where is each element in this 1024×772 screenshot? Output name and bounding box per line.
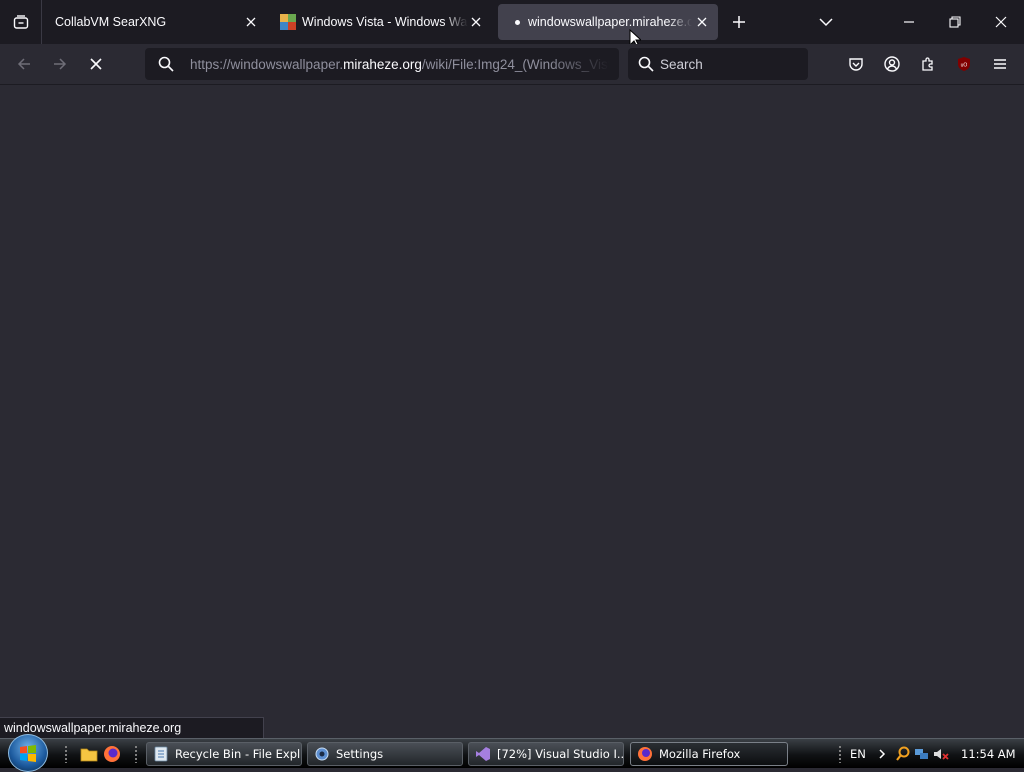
close-window-button[interactable] <box>978 0 1024 44</box>
navigation-toolbar: https://windowswallpaper.miraheze.org/wi… <box>0 44 1024 85</box>
tab-label: CollabVM SearXNG <box>55 15 167 29</box>
tray-search-icon-button[interactable] <box>895 739 911 769</box>
system-clock[interactable]: 11:54 AM <box>961 739 1016 769</box>
tab-label: Windows Vista - Windows Wallpaper <box>302 15 468 29</box>
search-placeholder: Search <box>660 56 703 72</box>
back-button[interactable] <box>8 48 40 80</box>
taskbar-button-recycle-bin[interactable]: Recycle Bin - File Expl... <box>146 742 302 766</box>
tab-close-button[interactable] <box>243 14 259 30</box>
search-icon <box>158 56 174 72</box>
folder-icon <box>154 746 168 762</box>
address-bar[interactable]: https://windowswallpaper.miraheze.org/wi… <box>145 48 619 80</box>
search-icon <box>638 56 654 72</box>
quicklaunch-explorer-icon[interactable] <box>80 745 98 763</box>
taskbar-button-settings[interactable]: Settings <box>307 742 463 766</box>
restore-button[interactable] <box>932 0 978 44</box>
close-icon <box>697 17 707 27</box>
close-icon <box>995 16 1007 28</box>
account-button[interactable] <box>876 48 908 80</box>
svg-text:uO: uO <box>961 63 968 69</box>
stop-icon <box>90 58 102 70</box>
tab-windows-vista-wallpaper[interactable]: Windows Vista - Windows Wallpaper <box>272 4 492 40</box>
taskbar-grip[interactable] <box>134 745 138 763</box>
language-label: EN <box>850 747 866 761</box>
minimize-icon <box>904 21 914 23</box>
chevron-right-icon <box>879 749 886 759</box>
hamburger-menu-icon <box>994 59 1006 69</box>
close-icon <box>246 17 256 27</box>
close-icon <box>471 17 481 27</box>
pocket-button[interactable] <box>840 48 872 80</box>
windows-logo-icon <box>20 745 36 762</box>
plus-icon <box>733 16 745 28</box>
taskbar-button-label: Mozilla Firefox <box>659 747 741 761</box>
chevron-down-icon <box>819 18 833 27</box>
tray-volume-icon-button[interactable] <box>932 739 950 769</box>
stop-button[interactable] <box>80 48 112 80</box>
forward-button[interactable] <box>44 48 76 80</box>
wallpaper-favicon-icon <box>280 14 296 30</box>
loading-dot-icon <box>515 19 520 25</box>
firefox-view-icon <box>13 15 28 29</box>
search-bar[interactable]: Search <box>628 48 808 80</box>
gear-icon <box>315 747 329 761</box>
ublock-origin-button[interactable]: uO <box>948 48 980 80</box>
extensions-button[interactable] <box>912 48 944 80</box>
taskbar-button-label: Recycle Bin - File Expl... <box>175 747 302 761</box>
tab-label: windowswallpaper.miraheze.org <box>528 15 692 29</box>
tab-strip: CollabVM SearXNG Windows Vista - Windows… <box>0 0 1024 48</box>
ublock-origin-icon: uO <box>958 57 970 71</box>
url-host: miraheze.org <box>343 56 422 72</box>
new-tab-button[interactable] <box>717 0 761 44</box>
firefox-view-button[interactable] <box>0 0 42 44</box>
url-path: /wiki/File:Img24_(Windows_Vista).jpg <box>421 56 610 72</box>
restore-icon <box>949 16 961 28</box>
app-menu-button[interactable] <box>984 48 1016 80</box>
pocket-icon <box>849 58 863 71</box>
tray-network-icon-button[interactable] <box>914 739 930 769</box>
taskbar-button-visual-studio[interactable]: [72%] Visual Studio I... <box>468 742 624 766</box>
taskbar-button-label: Settings <box>336 747 384 761</box>
visual-studio-icon <box>476 747 490 761</box>
firefox-icon <box>638 747 652 761</box>
account-icon <box>884 56 900 72</box>
network-icon <box>915 749 928 759</box>
start-button[interactable] <box>8 734 48 772</box>
list-all-tabs-button[interactable] <box>803 0 849 44</box>
status-panel: windowswallpaper.miraheze.org <box>0 717 264 738</box>
url-prefix: https://windowswallpaper. <box>190 56 344 72</box>
taskbar-grip[interactable] <box>838 745 842 763</box>
quicklaunch-firefox-icon[interactable] <box>103 745 121 763</box>
url-text: https://windowswallpaper.miraheze.org/wi… <box>190 57 610 72</box>
show-hidden-icons-button[interactable] <box>877 739 887 769</box>
tab-close-button[interactable] <box>694 14 710 30</box>
magnifier-icon <box>896 746 910 761</box>
page-content <box>0 85 1024 738</box>
minimize-button[interactable] <box>886 0 932 44</box>
taskbar-button-label: [72%] Visual Studio I... <box>497 747 624 761</box>
arrow-left-icon <box>17 58 30 70</box>
volume-muted-icon <box>934 749 949 760</box>
tab-close-button[interactable] <box>468 14 484 30</box>
taskbar-grip[interactable] <box>64 745 68 763</box>
tab-windowswallpaper-active[interactable]: windowswallpaper.miraheze.org <box>498 4 718 40</box>
language-indicator[interactable]: EN <box>850 739 866 769</box>
taskbar: Recycle Bin - File Expl... Settings [72%… <box>0 734 1024 772</box>
taskbar-button-firefox[interactable]: Mozilla Firefox <box>630 742 788 766</box>
tab-collabvm-searxng[interactable]: CollabVM SearXNG <box>47 4 267 40</box>
puzzle-icon <box>922 57 933 71</box>
clock-time: 11:54 AM <box>961 747 1016 761</box>
arrow-right-icon <box>54 58 67 70</box>
